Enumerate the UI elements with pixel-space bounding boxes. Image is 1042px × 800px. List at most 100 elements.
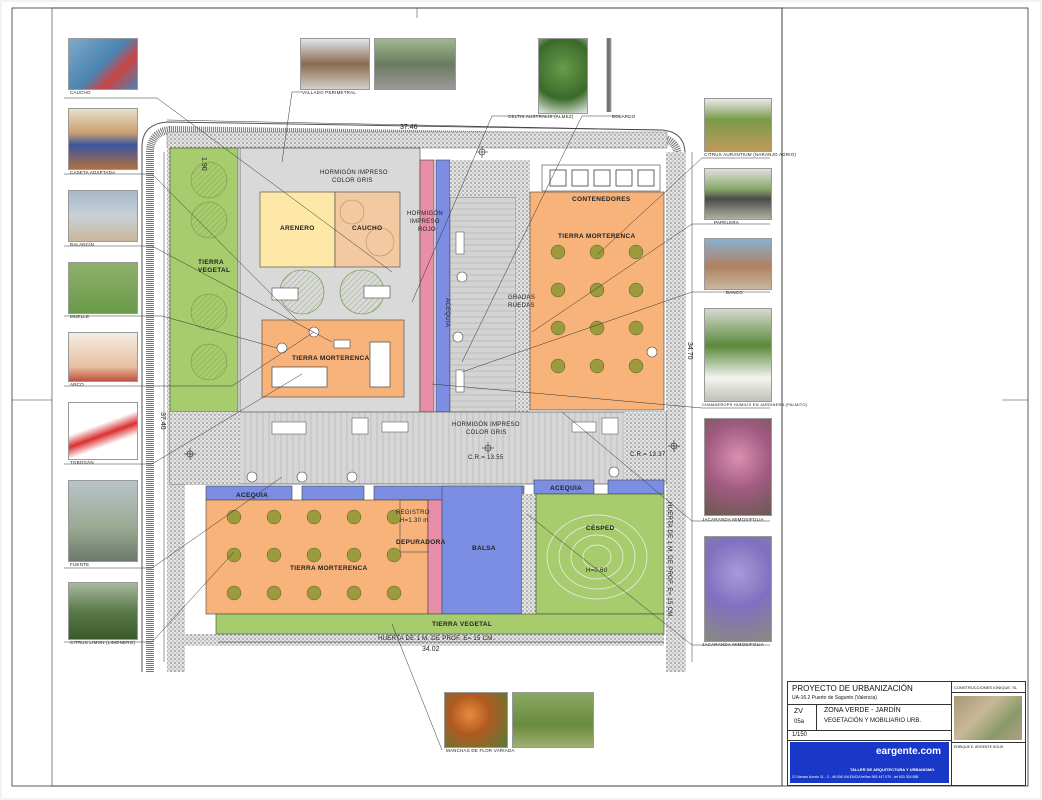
zone-hormigon-rojo bbox=[419, 159, 435, 413]
tree-symbol bbox=[226, 585, 242, 601]
caption-manchas: MANCHAS DE FLOR VARIADA bbox=[446, 748, 515, 753]
tree-symbol bbox=[306, 547, 322, 563]
tree-symbol bbox=[266, 547, 282, 563]
tb-brand: eargente.com bbox=[876, 746, 942, 757]
label-hormigon-mid-2: COLOR GRIS bbox=[466, 430, 507, 436]
label-acequia-left: ACEQUIA bbox=[236, 492, 268, 499]
photo-bolardo bbox=[594, 38, 624, 112]
label-hormigon-top-2: COLOR GRIS bbox=[332, 178, 373, 184]
dim-small-top: 1.90 bbox=[200, 157, 207, 171]
tree-symbol bbox=[628, 358, 644, 374]
label-cr-left: C.R.= 13.55 bbox=[468, 455, 504, 461]
tree-symbol bbox=[346, 509, 362, 525]
label-hormigon-top: HORMIGÓN IMPRESO bbox=[320, 169, 388, 176]
label-arenero: ARENERO bbox=[280, 225, 315, 232]
caption-jacaranda-1: JACARANDA MIMOSIFOLIA bbox=[702, 517, 764, 522]
caption-bolardo: BOLARDO bbox=[612, 114, 636, 119]
tree-symbol bbox=[550, 358, 566, 374]
photo-citrus-limon bbox=[68, 582, 138, 640]
photo-vallado-2 bbox=[374, 38, 456, 90]
tb-location: UA-16.2 Puerto de Sagunto (Valencia) bbox=[792, 695, 877, 701]
label-tierra-vegetal-2: VEGETAL bbox=[198, 267, 230, 274]
label-hormigon-rojo-3: ROJO bbox=[418, 227, 436, 233]
photo-balancin bbox=[68, 190, 138, 242]
label-cesped: CÉSPED bbox=[586, 523, 615, 532]
photo-banco bbox=[704, 238, 772, 290]
tb-studio: TALLER DE ARQUITECTURA Y URBANISMO bbox=[850, 767, 935, 772]
tree-symbol bbox=[226, 547, 242, 563]
photo-citrus-aurantium bbox=[704, 98, 772, 152]
tree-symbol bbox=[589, 358, 605, 374]
photo-fuente bbox=[68, 480, 138, 562]
photo-vallado-1 bbox=[300, 38, 370, 90]
dim-top: 37.46 bbox=[400, 124, 418, 131]
label-huerta-right: HUERTA DE 1 M. DE PROF. E= 15 CM. bbox=[666, 502, 672, 619]
tree-symbol bbox=[589, 244, 605, 260]
photo-tobogan bbox=[68, 402, 138, 460]
caption-arco: ARCO bbox=[70, 382, 84, 387]
photo-celtis bbox=[538, 38, 588, 114]
tree-symbol bbox=[306, 585, 322, 601]
tree-symbol bbox=[266, 509, 282, 525]
tree-symbol bbox=[386, 585, 402, 601]
zone-acequia-vertical bbox=[435, 159, 451, 413]
caption-banco: BANCO bbox=[726, 290, 744, 295]
tree-symbol bbox=[550, 282, 566, 298]
tb-scale: 1/150 bbox=[792, 732, 808, 738]
caption-vallado: VALLADO PERIMETRAL bbox=[302, 90, 357, 95]
label-tierra-morterenca-right: TIERRA MORTERENCA bbox=[558, 233, 635, 240]
caption-caseta: CASETA ADAPTADA bbox=[70, 170, 116, 175]
caption-citrus-limon: CITRUS LIMON (LIMONERO) bbox=[70, 640, 136, 645]
caption-tobogan: TOBOGÁN bbox=[70, 460, 94, 465]
caption-fuente: FUENTE bbox=[70, 562, 90, 567]
label-registro: REGISTRO bbox=[396, 510, 430, 516]
caption-muelle: MUELLE bbox=[70, 314, 90, 319]
tree-symbol bbox=[306, 509, 322, 525]
tree-symbol bbox=[226, 509, 242, 525]
title-block: PROYECTO DE URBANIZACIÓN UA-16.2 Puerto … bbox=[787, 681, 1026, 786]
photo-papelera bbox=[704, 168, 772, 220]
label-tierra-morterenca-play: TIERRA MORTERENCA bbox=[292, 355, 369, 362]
tree-symbol bbox=[266, 585, 282, 601]
label-hormigon-rojo: HORMIGÓN bbox=[407, 210, 443, 217]
caption-balancin: BALANCÍN bbox=[70, 242, 95, 247]
label-huerta-bottom: HUERTA DE 1 M. DE PROF. E= 15 CM. bbox=[378, 636, 495, 642]
tree-symbol bbox=[386, 547, 402, 563]
tb-sheet-no: 05a bbox=[794, 719, 805, 725]
label-cesped-h: H=0.60 bbox=[586, 568, 608, 574]
label-balsa: BALSA bbox=[472, 545, 496, 552]
label-registro-2: H=1.30 m bbox=[400, 518, 429, 524]
label-tierra-vegetal: TIERRA bbox=[198, 259, 224, 266]
tree-symbol bbox=[628, 320, 644, 336]
tb-promotor: CONSTRUCCIONES IONIQUE, SL bbox=[954, 685, 1018, 690]
label-acequia-right: ACEQUIA bbox=[550, 485, 582, 492]
zone-cesped bbox=[535, 493, 665, 615]
label-gradas-2: RUEDAS bbox=[508, 303, 535, 309]
tb-brand-box: eargente.com TALLER DE ARQUITECTURA Y UR… bbox=[790, 742, 949, 783]
tb-address: C/ Literato Azorín 11 - 2 - 46 006 VALEN… bbox=[792, 775, 919, 779]
label-hormigon-rojo-2: IMPRESO bbox=[410, 219, 440, 225]
dim-left: 37.40 bbox=[159, 412, 166, 430]
plan-drawing: 37.46 34.02 37.40 34.70 1.90 HORMIGÓN IM… bbox=[11, 7, 1029, 787]
label-cr-right: C.R.= 13.37 bbox=[630, 452, 666, 458]
label-tierra-vegetal-bottom: TIERRA VEGETAL bbox=[432, 621, 492, 628]
label-tierra-morterenca-bottom: TIERRA MORTERENCA bbox=[290, 565, 367, 572]
photo-manchas-2 bbox=[512, 692, 594, 748]
photo-arco bbox=[68, 332, 138, 382]
tb-title-2: VEGETACIÓN Y MOBILIARIO URB. bbox=[824, 718, 922, 724]
caption-papelera: PAPELERA bbox=[714, 220, 740, 225]
tree-symbol bbox=[346, 547, 362, 563]
tb-project: PROYECTO DE URBANIZACIÓN bbox=[792, 684, 913, 693]
tb-aerial-photo bbox=[954, 696, 1022, 740]
caption-celtis: CELTIS AUSTRALIS (ALMEZ) bbox=[508, 114, 574, 119]
caption-chamaerops: CHAMAEROPS HUMILIS EN JARDINERA (PALMITO… bbox=[702, 402, 808, 407]
label-acequia-vertical: ACEQUIA bbox=[444, 298, 450, 327]
photo-manchas-1 bbox=[444, 692, 508, 748]
caption-citrus-aurantium: CITRUS AURANTIUM (NARANJO AGRIO) bbox=[704, 152, 797, 157]
photo-jacaranda-1 bbox=[704, 418, 772, 516]
tree-symbol bbox=[550, 320, 566, 336]
photo-chamaerops bbox=[704, 308, 772, 402]
tree-symbol bbox=[628, 282, 644, 298]
tree-symbol bbox=[346, 585, 362, 601]
label-caucho: CAUCHO bbox=[352, 225, 382, 232]
